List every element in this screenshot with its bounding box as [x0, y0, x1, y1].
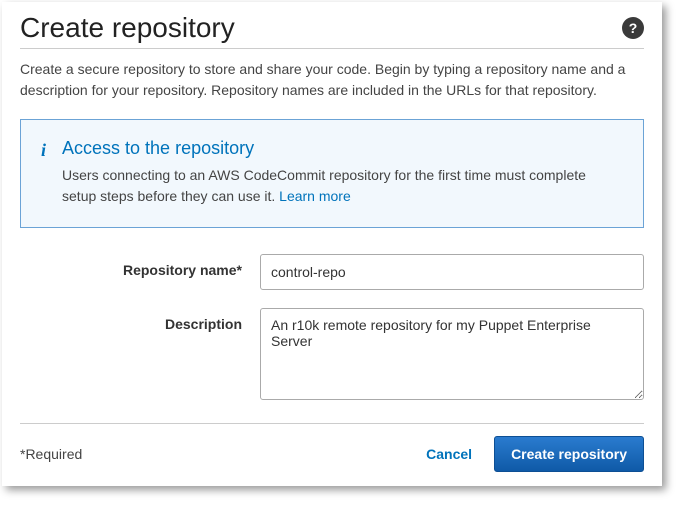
description-field-wrap: [260, 308, 644, 403]
description-label: Description: [28, 308, 260, 332]
info-content: Access to the repository Users connectin…: [62, 138, 623, 207]
description-input[interactable]: [260, 308, 644, 400]
repo-name-label: Repository name*: [28, 254, 260, 278]
repo-name-field-wrap: [260, 254, 644, 290]
footer: *Required Cancel Create repository: [20, 423, 644, 472]
help-icon[interactable]: ?: [622, 17, 644, 39]
header-row: Create repository ?: [20, 12, 644, 49]
actions: Cancel Create repository: [426, 436, 644, 472]
cancel-button[interactable]: Cancel: [426, 446, 472, 462]
create-repository-button[interactable]: Create repository: [494, 436, 644, 472]
intro-text: Create a secure repository to store and …: [20, 59, 644, 101]
info-box: i Access to the repository Users connect…: [20, 119, 644, 228]
info-text: Users connecting to an AWS CodeCommit re…: [62, 165, 623, 207]
required-note: *Required: [20, 446, 82, 462]
page-title: Create repository: [20, 12, 235, 44]
learn-more-link[interactable]: Learn more: [279, 188, 351, 204]
info-icon: i: [41, 140, 46, 207]
description-row: Description: [28, 308, 644, 403]
repo-name-input[interactable]: [260, 254, 644, 290]
repo-name-row: Repository name*: [28, 254, 644, 290]
form: Repository name* Description: [20, 254, 644, 403]
create-repository-panel: Create repository ? Create a secure repo…: [2, 2, 662, 486]
info-title: Access to the repository: [62, 138, 623, 159]
